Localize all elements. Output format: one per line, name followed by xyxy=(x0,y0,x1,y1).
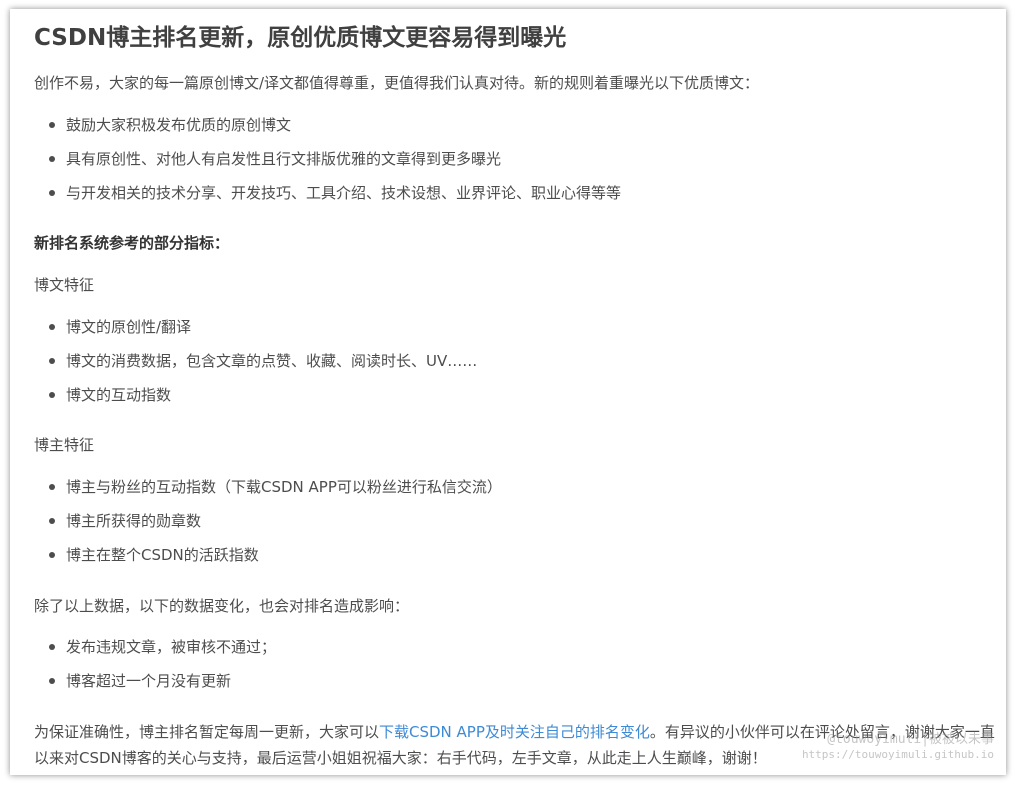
list-item-text: 博文的原创性/翻译 xyxy=(66,318,192,336)
bullet-icon xyxy=(49,190,55,196)
blogger-features-heading: 博主特征 xyxy=(34,436,95,454)
bullet-icon xyxy=(49,678,55,684)
list-item-text: 博文的互动指数 xyxy=(66,386,172,404)
closing-text-start: 为保证准确性，博主排名暂定每周一更新，大家可以 xyxy=(34,723,380,741)
post-features-heading: 博文特征 xyxy=(34,276,95,294)
closing-paragraph: 为保证准确性，博主排名暂定每周一更新，大家可以下载CSDN APP及时关注自己的… xyxy=(34,719,998,771)
list-item: 博主与粉丝的互动指数（下载CSDN APP可以粉丝进行私信交流） xyxy=(34,476,502,510)
list-item: 鼓励大家积极发布优质的原创博文 xyxy=(34,114,621,148)
list-item-text: 博文的消费数据，包含文章的点赞、收藏、阅读时长、UV…… xyxy=(66,352,478,370)
list-item-text: 博主所获得的勋章数 xyxy=(66,512,202,530)
bullet-icon xyxy=(49,552,55,558)
bullet-icon xyxy=(49,358,55,364)
bullet-icon xyxy=(49,392,55,398)
list-item: 博主所获得的勋章数 xyxy=(34,510,502,544)
download-app-link[interactable]: 下载CSDN APP及时关注自己的排名变化 xyxy=(379,723,650,741)
bullet-icon xyxy=(49,122,55,128)
article-title: CSDN博主排名更新，原创优质博文更容易得到曝光 xyxy=(34,25,567,51)
screenshot-frame: CSDN博主排名更新，原创优质博文更容易得到曝光 创作不易，大家的每一篇原创博文… xyxy=(10,9,1006,775)
bullet-icon xyxy=(49,484,55,490)
list-item: 博客超过一个月没有更新 xyxy=(34,670,276,704)
list-item: 具有原创性、对他人有启发性且行文排版优雅的文章得到更多曝光 xyxy=(34,148,621,182)
other-factors-list: 发布违规文章，被审核不通过； 博客超过一个月没有更新 xyxy=(34,636,276,704)
list-item-text: 具有原创性、对他人有启发性且行文排版优雅的文章得到更多曝光 xyxy=(66,150,502,168)
list-item: 博文的消费数据，包含文章的点赞、收藏、阅读时长、UV…… xyxy=(34,350,477,384)
list-item-text: 与开发相关的技术分享、开发技巧、工具介绍、技术设想、业界评论、职业心得等等 xyxy=(66,184,622,202)
intro-paragraph: 创作不易，大家的每一篇原创博文/译文都值得尊重，更值得我们认真对待。新的规则着重… xyxy=(34,74,760,92)
metrics-heading: 新排名系统参考的部分指标： xyxy=(34,234,230,252)
bullet-icon xyxy=(49,644,55,650)
bullet-icon xyxy=(49,324,55,330)
list-item-text: 博客超过一个月没有更新 xyxy=(66,672,232,690)
post-features-list: 博文的原创性/翻译 博文的消费数据，包含文章的点赞、收藏、阅读时长、UV…… 博… xyxy=(34,316,477,418)
other-factors-heading: 除了以上数据，以下的数据变化，也会对排名造成影响： xyxy=(34,597,410,615)
bullet-icon xyxy=(49,518,55,524)
blogger-features-list: 博主与粉丝的互动指数（下载CSDN APP可以粉丝进行私信交流） 博主所获得的勋… xyxy=(34,476,502,578)
list-item-text: 发布违规文章，被审核不通过； xyxy=(66,638,277,656)
list-item: 博文的原创性/翻译 xyxy=(34,316,477,350)
encourage-list: 鼓励大家积极发布优质的原创博文 具有原创性、对他人有启发性且行文排版优雅的文章得… xyxy=(34,114,621,216)
bullet-icon xyxy=(49,156,55,162)
list-item-text: 鼓励大家积极发布优质的原创博文 xyxy=(66,116,292,134)
list-item-text: 博主与粉丝的互动指数（下载CSDN APP可以粉丝进行私信交流） xyxy=(66,478,502,496)
list-item: 与开发相关的技术分享、开发技巧、工具介绍、技术设想、业界评论、职业心得等等 xyxy=(34,182,621,216)
list-item: 博主在整个CSDN的活跃指数 xyxy=(34,544,502,578)
list-item: 博文的互动指数 xyxy=(34,384,477,418)
list-item-text: 博主在整个CSDN的活跃指数 xyxy=(66,546,259,564)
list-item: 发布违规文章，被审核不通过； xyxy=(34,636,276,670)
